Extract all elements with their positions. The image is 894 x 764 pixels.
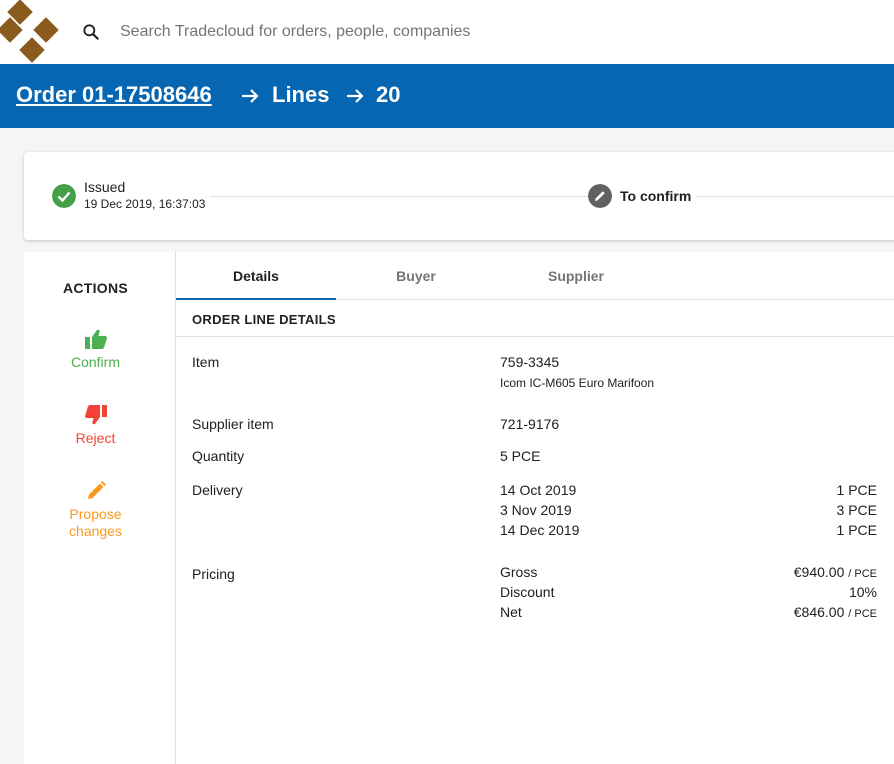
actions-title: ACTIONS bbox=[62, 280, 129, 296]
confirm-button[interactable]: Confirm bbox=[24, 328, 167, 371]
tab-supplier[interactable]: Supplier bbox=[496, 252, 656, 300]
step-issued-title: Issued bbox=[84, 179, 126, 195]
top-bar bbox=[0, 0, 894, 64]
pricing-label: Pricing bbox=[192, 566, 235, 582]
tab-bar: Details Buyer Supplier bbox=[176, 252, 894, 300]
net-unit: / PCE bbox=[848, 608, 877, 620]
pencil-icon bbox=[87, 481, 106, 499]
item-description: Icom IC-M605 Euro Marifoon bbox=[500, 376, 655, 390]
item-code: 759-3345 bbox=[500, 354, 560, 370]
delivery-qty: 1 PCE bbox=[836, 482, 877, 498]
check-icon bbox=[52, 184, 76, 208]
propose-label-line2: changes bbox=[69, 523, 122, 539]
search-icon[interactable] bbox=[81, 22, 101, 42]
net-price: €846.00 / PCE bbox=[794, 604, 877, 620]
gross-price: €940.00 / PCE bbox=[794, 564, 877, 580]
stepper-connector bbox=[696, 196, 894, 197]
discount-value: 10% bbox=[848, 584, 877, 600]
actions-column: ACTIONS Confirm Reject Propose changes bbox=[24, 252, 176, 764]
supplier-item-value: 721-9176 bbox=[500, 416, 560, 432]
quantity-label: Quantity bbox=[192, 448, 245, 464]
supplier-item-label: Supplier item bbox=[192, 416, 274, 432]
propose-label-line1: Propose bbox=[69, 506, 122, 522]
status-stepper: Issued 19 Dec 2019, 16:37:03 To confirm bbox=[24, 152, 894, 240]
breadcrumb-lines: Lines bbox=[272, 82, 330, 107]
search-input[interactable] bbox=[110, 16, 710, 48]
net-label: Net bbox=[500, 604, 522, 620]
delivery-qty: 3 PCE bbox=[836, 502, 877, 518]
thumbs-down-icon bbox=[84, 405, 107, 425]
section-divider bbox=[176, 336, 894, 337]
tab-details[interactable]: Details bbox=[176, 252, 336, 300]
arrow-right-icon bbox=[347, 89, 364, 103]
gross-value: €940.00 bbox=[793, 564, 845, 580]
propose-changes-button[interactable]: Propose changes bbox=[24, 480, 167, 540]
item-label: Item bbox=[192, 354, 220, 370]
stepper-connector bbox=[210, 196, 588, 197]
delivery-label: Delivery bbox=[192, 482, 243, 498]
confirm-label: Confirm bbox=[70, 354, 120, 370]
pencil-icon bbox=[588, 184, 612, 208]
quantity-value: 5 PCE bbox=[500, 448, 541, 464]
arrow-right-icon bbox=[242, 89, 259, 103]
section-title: ORDER LINE DETAILS bbox=[192, 312, 336, 327]
delivery-qty: 1 PCE bbox=[836, 522, 877, 538]
step-issued-date: 19 Dec 2019, 16:37:03 bbox=[84, 197, 206, 211]
net-value: €846.00 bbox=[793, 604, 845, 620]
delivery-date: 14 Dec 2019 bbox=[500, 522, 580, 538]
gross-unit: / PCE bbox=[848, 568, 877, 580]
delivery-date: 3 Nov 2019 bbox=[500, 502, 572, 518]
tab-buyer[interactable]: Buyer bbox=[336, 252, 496, 300]
reject-label: Reject bbox=[75, 430, 116, 446]
discount-label: Discount bbox=[500, 584, 555, 600]
tradecloud-logo[interactable] bbox=[0, 0, 66, 64]
step-to-confirm-title: To confirm bbox=[620, 188, 692, 204]
delivery-date: 14 Oct 2019 bbox=[500, 482, 577, 498]
order-line-panel: ACTIONS Confirm Reject Propose changes D… bbox=[24, 252, 894, 764]
breadcrumb-order-link[interactable]: Order 01-17508646 bbox=[16, 82, 212, 108]
thumbs-up-icon bbox=[84, 329, 107, 349]
reject-button[interactable]: Reject bbox=[24, 404, 167, 447]
gross-label: Gross bbox=[500, 564, 538, 580]
breadcrumb-line-number: 20 bbox=[376, 82, 401, 107]
